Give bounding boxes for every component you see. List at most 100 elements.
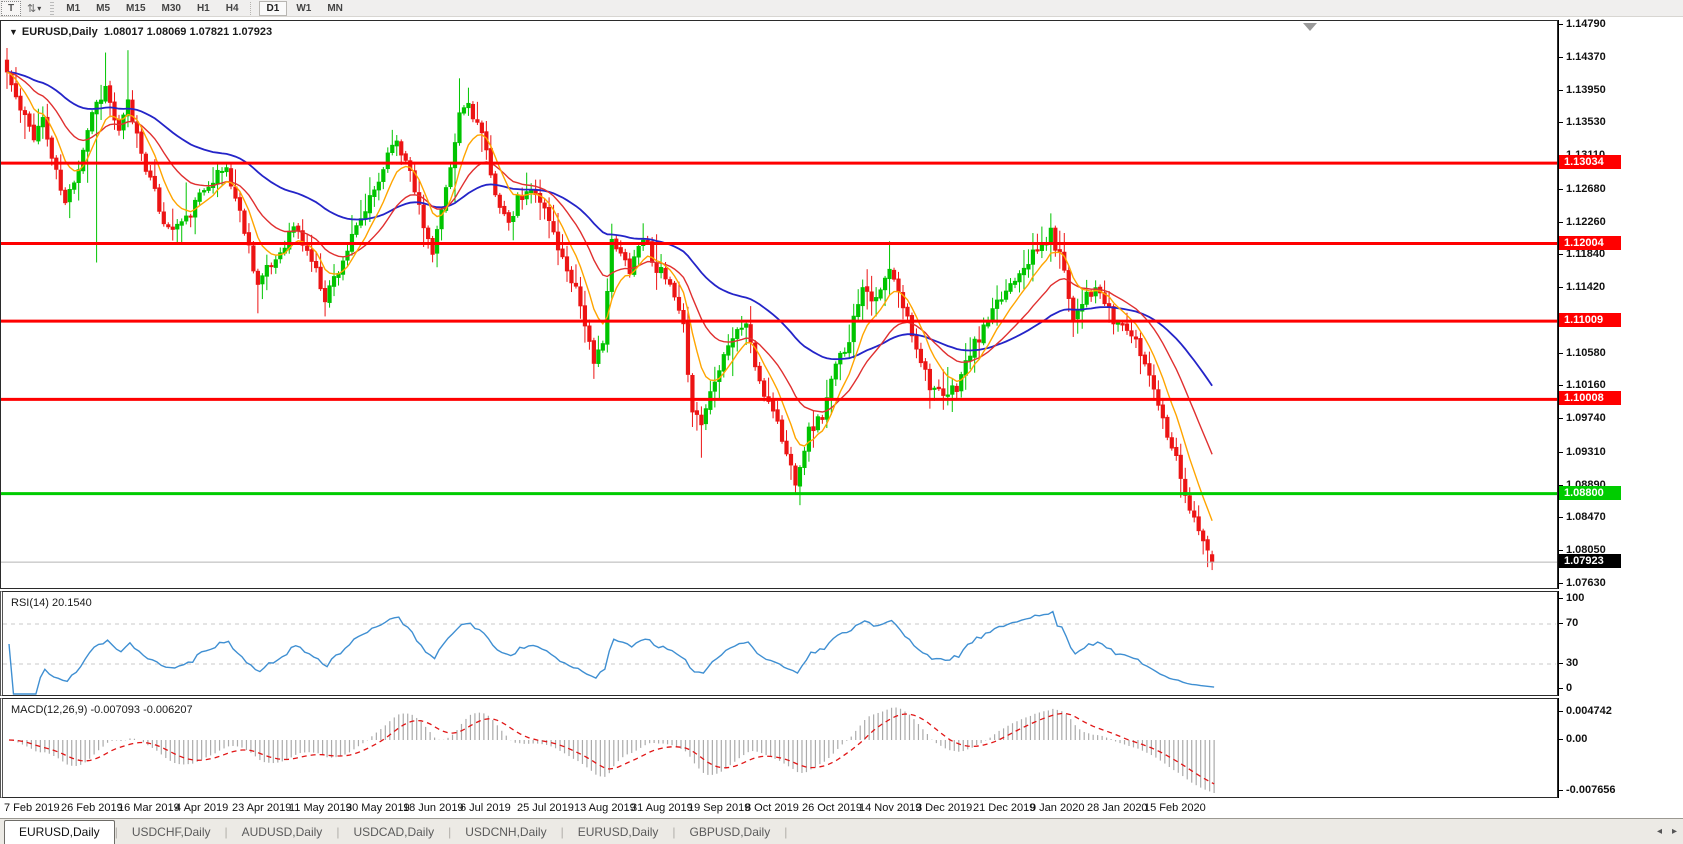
price-tick-label: 1.13950: [1566, 84, 1606, 96]
main-chart-pane[interactable]: ▼EURUSD,Daily 1.08017 1.08069 1.07821 1.…: [0, 20, 1558, 589]
candle: [1152, 376, 1155, 389]
macd-label: MACD(12,26,9) -0.007093 -0.006207: [11, 704, 193, 716]
candle: [270, 266, 273, 267]
candle: [404, 154, 407, 160]
tab-scroll-left-icon[interactable]: ◂: [1657, 826, 1662, 837]
macd-tick-label: -0.007656: [1566, 784, 1616, 796]
candle: [503, 206, 506, 213]
timeframe-button-m5[interactable]: M5: [89, 2, 117, 15]
macd-axis[interactable]: 0.0047420.00-0.007656: [1558, 698, 1683, 798]
macd-signal-line: [9, 714, 1214, 784]
candle: [140, 132, 143, 153]
candle: [659, 268, 662, 273]
candle: [261, 276, 264, 284]
price-tick-label: 1.07630: [1566, 577, 1606, 589]
candle: [601, 344, 604, 350]
candle: [1143, 355, 1146, 364]
date-axis[interactable]: 7 Feb 201926 Feb 201916 Mar 20194 Apr 20…: [0, 798, 1683, 818]
chart-shift-marker-icon[interactable]: [1303, 23, 1317, 31]
candle: [579, 287, 582, 306]
candle: [73, 183, 76, 189]
rsi-chart[interactable]: [3, 592, 1556, 695]
timeframe-button-group: M1M5M15M30H1H4 D1W1MN: [58, 1, 351, 16]
candle: [857, 305, 860, 317]
chart-tab-gbpusd-daily[interactable]: GBPUSD,Daily: [676, 821, 785, 844]
rsi-tick-label: 70: [1566, 617, 1578, 629]
rsi-indicator-pane[interactable]: RSI(14) 20.1540: [0, 591, 1558, 696]
candle: [691, 375, 694, 411]
timeframe-button-h1[interactable]: H1: [190, 2, 217, 15]
collapse-triangle-icon[interactable]: ▼: [9, 27, 18, 37]
candle: [19, 96, 22, 110]
timeframe-button-m30[interactable]: M30: [155, 2, 188, 15]
timeframe-button-m1[interactable]: M1: [59, 2, 87, 15]
timeframe-button-w1[interactable]: W1: [289, 2, 318, 15]
candle: [162, 212, 165, 224]
candle: [785, 441, 788, 454]
candle: [1040, 245, 1043, 251]
chart-tab-usdcnh-daily[interactable]: USDCNH,Daily: [451, 821, 560, 844]
candle: [1175, 447, 1178, 455]
rsi-axis[interactable]: 10070300: [1558, 591, 1683, 696]
candle: [189, 216, 192, 217]
text-tool-button[interactable]: T: [1, 1, 21, 16]
candle: [928, 369, 931, 389]
arrows-tool-button[interactable]: ⇅ ▾: [23, 1, 45, 16]
candle: [1193, 511, 1196, 517]
macd-chart[interactable]: [3, 699, 1556, 797]
candle: [1206, 540, 1209, 550]
candle: [382, 170, 385, 182]
timeframe-button-mn[interactable]: MN: [320, 2, 350, 15]
candle: [332, 277, 335, 287]
candle: [59, 170, 62, 190]
candle: [1031, 250, 1034, 264]
candle: [153, 176, 156, 188]
timeframe-button-h4[interactable]: H4: [219, 2, 246, 15]
chart-tab-eurusd-daily[interactable]: EURUSD,Daily: [4, 820, 115, 844]
timeframe-button-m15[interactable]: M15: [119, 2, 152, 15]
candle: [323, 289, 326, 302]
chart-tab-usdchf-daily[interactable]: USDCHF,Daily: [118, 821, 225, 844]
candle: [315, 262, 318, 268]
rsi-label: RSI(14) 20.1540: [11, 597, 92, 609]
candle: [467, 103, 470, 107]
candle: [373, 190, 376, 196]
candle: [745, 324, 748, 327]
trading-platform-window: T ⇅ ▾ M1M5M15M30H1H4D1W1MN ▼EURUSD,Daily…: [0, 0, 1683, 844]
macd-indicator-pane[interactable]: MACD(12,26,9) -0.007093 -0.006207: [0, 698, 1558, 798]
candlestick-chart[interactable]: [1, 21, 1557, 588]
candle: [1076, 311, 1079, 319]
candle: [973, 339, 976, 357]
candle: [803, 451, 806, 467]
timeframe-button-d1[interactable]: D1: [259, 1, 288, 16]
candle: [565, 257, 568, 271]
date-tick-label: 13 Aug 2019: [574, 802, 636, 814]
candle: [386, 153, 389, 168]
price-level-flag: 1.07923: [1559, 554, 1621, 568]
candle: [731, 339, 734, 347]
date-tick-label: 14 Nov 2019: [859, 802, 921, 814]
chart-tab-eurusd-daily[interactable]: EURUSD,Daily: [564, 821, 673, 844]
candle: [23, 111, 26, 115]
candle: [552, 222, 555, 232]
candle: [1013, 281, 1016, 284]
tab-scroll-right-icon[interactable]: ▸: [1672, 826, 1677, 837]
price-axis[interactable]: 1.147901.143701.139501.135301.131101.126…: [1558, 20, 1683, 589]
ma-fast-line: [7, 72, 1212, 521]
candle: [547, 208, 550, 221]
candle: [848, 343, 851, 353]
candle: [1130, 331, 1133, 336]
date-tick-label: 31 Aug 2019: [631, 802, 693, 814]
chart-tab-usdcad-daily[interactable]: USDCAD,Daily: [339, 821, 448, 844]
date-tick-label: 28 Jan 2020: [1087, 802, 1148, 814]
price-tick-label: 1.08470: [1566, 511, 1606, 523]
candle: [422, 205, 425, 227]
candle: [41, 118, 44, 127]
candle: [866, 287, 869, 292]
date-tick-label: 3 Dec 2019: [916, 802, 972, 814]
date-tick-label: 30 May 2019: [346, 802, 410, 814]
chart-tab-audusd-daily[interactable]: AUDUSD,Daily: [228, 821, 337, 844]
candle: [740, 328, 743, 329]
chevron-down-icon[interactable]: ▾: [37, 4, 41, 13]
candle: [843, 352, 846, 353]
